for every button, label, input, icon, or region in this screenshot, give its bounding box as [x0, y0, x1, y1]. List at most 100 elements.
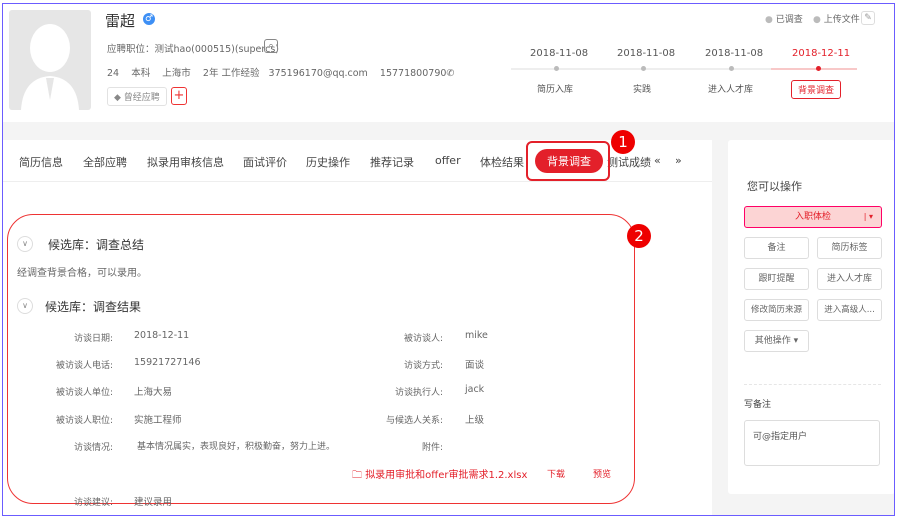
education: 本科 — [131, 68, 151, 79]
field-value: 实施工程师 — [134, 415, 182, 426]
field-value: 15921727146 — [134, 357, 201, 368]
position-label: 应聘职位： — [107, 44, 155, 55]
tag-label: 曾经应聘 — [123, 93, 160, 103]
tab-history[interactable]: 历史操作 — [306, 154, 350, 170]
edit-source-button[interactable]: 修改简历来源 — [744, 299, 809, 321]
field-label: 访谈建议: — [73, 498, 113, 508]
phone: 15771800790 — [379, 68, 447, 79]
timeline-step: 实践 — [633, 85, 652, 95]
note-button[interactable]: 备注 — [744, 237, 809, 259]
tab-medical[interactable]: 体检结果 — [480, 154, 524, 170]
field-label: 访谈执行人: — [394, 388, 443, 398]
annotation-box-1 — [526, 141, 610, 181]
collapse-chevron-icon[interactable]: ∨ — [17, 298, 33, 314]
app-window: 雷超 ♂ 应聘职位：测试hao(000515)(supercs) ⌕ 24 本科… — [2, 3, 895, 516]
medical-check-button[interactable]: 入职体检 | ▾ — [744, 206, 882, 228]
other-label: 其他操作 — [754, 336, 791, 346]
field-label: 与候选人关系: — [385, 416, 443, 426]
candidate-header: 雷超 ♂ 应聘职位：测试hao(000515)(supercs) ⌕ 24 本科… — [3, 4, 894, 122]
attachment-link[interactable]: 🗀 拟录用审批和offer审批需求1.2.xlsx — [352, 466, 527, 485]
dropdown-caret-icon[interactable]: | ▾ — [864, 207, 873, 227]
field-label: 被访谈人职位: — [55, 416, 113, 426]
summary-text: 经调查背景合格，可以录用。 — [17, 268, 147, 279]
field-label: 被访谈人单位: — [55, 388, 113, 398]
timeline-date: 2018-11-08 — [705, 48, 764, 59]
tab-resume-info[interactable]: 简历信息 — [19, 154, 63, 170]
tab-test-scores[interactable]: 测试成绩 — [607, 154, 651, 170]
field-value: mike — [465, 330, 488, 341]
candidate-name: 雷超 — [105, 12, 136, 30]
candidate-info: 24 本科 上海市 2年 工作经验 375196170@qq.com 15771… — [107, 65, 454, 79]
actions-panel: 您可以操作 入职体检 | ▾ 备注 简历标签 跟盯提醒 进入人才库 修改简历来源 … — [728, 140, 894, 494]
position-row: 应聘职位：测试hao(000515)(supercs) — [107, 41, 279, 55]
field-label: 访谈情况: — [73, 443, 113, 453]
timeline-step: 进入人才库 — [708, 85, 754, 95]
applied-before-tag[interactable]: ◆ 曾经应聘 — [107, 87, 167, 106]
tab-interview-eval[interactable]: 面试评价 — [243, 154, 287, 170]
field-value: 上级 — [465, 415, 485, 426]
note-input[interactable]: 可@指定用户 — [744, 420, 880, 466]
tab-all-applications[interactable]: 全部应聘 — [83, 154, 127, 170]
male-icon: ♂ — [143, 13, 155, 25]
senior-pool-button[interactable]: 进入高级人... — [817, 299, 882, 321]
tab-offer[interactable]: offer — [435, 154, 461, 167]
timeline-dot — [554, 66, 559, 71]
field-value: 面谈 — [465, 360, 485, 371]
tabs-prev-icon[interactable]: « — [654, 154, 661, 167]
tab-offer-review[interactable]: 拟录用审核信息 — [147, 154, 224, 170]
folder-icon: 🗀 — [352, 470, 362, 481]
tab-referrals[interactable]: 推荐记录 — [370, 154, 414, 170]
edit-icon[interactable]: ✎ — [861, 11, 875, 25]
main-panel: 简历信息 全部应聘 拟录用审核信息 面试评价 历史操作 推荐记录 offer 体… — [3, 130, 712, 515]
timeline-date: 2018-11-08 — [617, 48, 676, 59]
result-title: 候选库：调查结果 — [45, 300, 142, 314]
field-label: 访谈日期: — [73, 334, 113, 344]
age: 24 — [107, 68, 120, 79]
annotation-badge-2: 2 — [627, 224, 651, 248]
annotation-badge-1: 1 — [611, 130, 635, 154]
phone-icon[interactable]: ✆ — [446, 68, 454, 79]
summary-title: 候选库：调查总结 — [48, 238, 145, 252]
timeline-step-active[interactable]: 背景调查 — [791, 80, 842, 99]
preview-link[interactable]: 预览 — [593, 467, 611, 480]
field-value: 2018-12-11 — [134, 330, 190, 341]
tabs-next-icon[interactable]: » — [675, 154, 682, 167]
field-label: 被访谈人: — [403, 334, 443, 344]
investigated-label: 已调查 — [775, 15, 803, 25]
position-value: 测试hao(000515)(supercs) — [154, 44, 279, 55]
field-label: 访谈方式: — [403, 361, 443, 371]
timeline-date: 2018-11-08 — [530, 48, 589, 59]
timeline-dot — [641, 66, 646, 71]
search-icon[interactable]: ⌕ — [264, 39, 278, 53]
divider — [744, 384, 881, 385]
collapse-chevron-icon[interactable]: ∨ — [17, 236, 33, 252]
upload-file-link[interactable]: ● 上传文件 — [813, 12, 860, 25]
talent-pool-button[interactable]: 进入人才库 — [817, 268, 882, 290]
field-value: 建议录用 — [134, 497, 173, 508]
timeline-step: 简历入库 — [537, 85, 574, 95]
timeline-track-active — [771, 68, 857, 70]
experience: 2年 工作经验 — [202, 68, 260, 79]
attachment-name: 拟录用审批和offer审批需求1.2.xlsx — [365, 470, 528, 481]
add-tag-button[interactable]: + — [171, 87, 187, 105]
avatar — [9, 10, 91, 110]
other-actions-button[interactable]: 其他操作 ▾ — [744, 330, 809, 352]
field-label: 被访谈人电话: — [55, 361, 113, 371]
email: 375196170@qq.com — [268, 68, 368, 79]
field-value: jack — [465, 384, 485, 395]
download-link[interactable]: 下载 — [547, 467, 565, 480]
investigated-status: ● 已调查 — [765, 15, 803, 25]
follow-reminder-button[interactable]: 跟盯提醒 — [744, 268, 809, 290]
field-label: 附件: — [421, 443, 443, 453]
timeline-dot — [729, 66, 734, 71]
primary-label: 入职体检 — [794, 212, 831, 222]
field-value: 上海大易 — [134, 387, 173, 398]
field-value: 基本情况属实，表现良好，积极勤奋，努力上进。 — [137, 442, 336, 452]
timeline-date: 2018-12-11 — [792, 48, 851, 59]
upload-label: 上传文件 — [823, 15, 860, 25]
actions-title: 您可以操作 — [747, 180, 802, 193]
city: 上海市 — [162, 68, 191, 79]
timeline-dot-active — [816, 66, 821, 71]
resume-tag-button[interactable]: 简历标签 — [817, 237, 882, 259]
note-title: 写备注 — [744, 400, 772, 410]
